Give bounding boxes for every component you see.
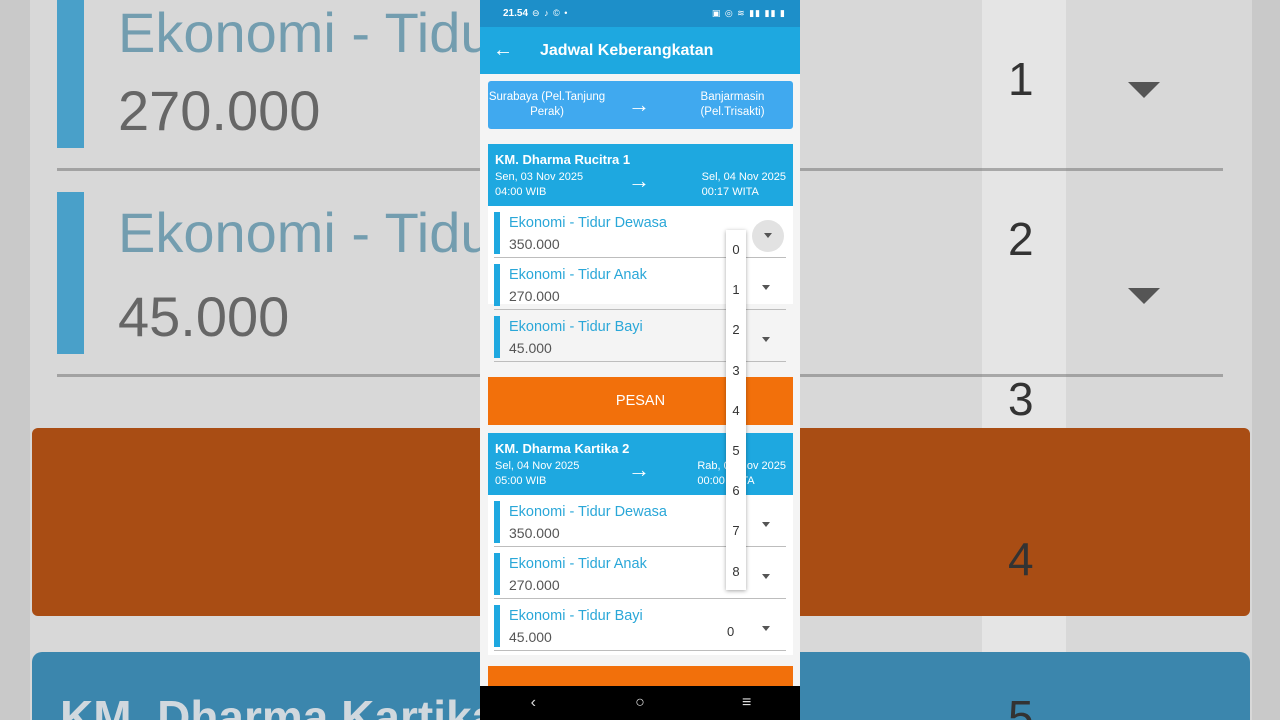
ticket-color-bar [494, 316, 500, 358]
ticket-price: 270.000 [509, 577, 560, 593]
quantity-dropdown-menu[interactable]: 0 1 2 3 4 5 6 7 8 [726, 230, 746, 590]
background-ticket-bar [57, 192, 84, 354]
phone-screen: 21.54 ⊖ ♪ © • ▣ ◎ ≋ ▮▮ ▮▮ ▮ ← Jadwal Keb… [480, 0, 800, 720]
schedule-card-header: KM. Dharma Kartika 2 Sel, 04 Nov 2025 05… [488, 433, 793, 495]
arrival-time: 00:17 WITA [701, 186, 759, 198]
ticket-price: 45.000 [509, 629, 552, 645]
departure-time: 04:00 WIB [495, 186, 547, 198]
ticket-color-bar [494, 605, 500, 647]
background-number: 5 [1008, 691, 1034, 720]
quantity-dropdown-caret-icon[interactable] [762, 337, 770, 342]
ticket-color-bar [494, 501, 500, 543]
quantity-dropdown-caret-icon[interactable] [762, 522, 770, 527]
background-card-title: KM. Dharma Kartika 2 [60, 691, 536, 720]
ticket-row: Ekonomi - Tidur Bayi 45.000 0 [494, 599, 786, 651]
dropdown-option[interactable]: 5 [726, 431, 746, 471]
ticket-class-name: Ekonomi - Tidur Bayi [509, 608, 643, 624]
status-time: 21.54 [503, 8, 529, 19]
ticket-class-name: Ekonomi - Tidur Dewasa [509, 215, 667, 231]
dropdown-option[interactable]: 4 [726, 391, 746, 431]
nav-recents-icon[interactable]: ≡ [693, 694, 800, 712]
arrival-date: Sel, 04 Nov 2025 [701, 171, 786, 183]
route-destination: Banjarmasin (Pel.Trisakti) [700, 91, 765, 118]
background-caret-icon [1128, 82, 1160, 98]
dropdown-option[interactable]: 1 [726, 270, 746, 310]
background-number: 4 [1008, 533, 1034, 585]
arrival-info: Sel, 04 Nov 2025 00:17 WITA [702, 170, 786, 200]
ticket-color-bar [494, 212, 500, 254]
background-ticket-price: 270.000 [118, 79, 321, 142]
route-arrow-icon: → [628, 457, 650, 482]
status-bar: 21.54 ⊖ ♪ © • ▣ ◎ ≋ ▮▮ ▮▮ ▮ [480, 0, 800, 27]
pesan-button[interactable]: PESAN [488, 377, 793, 425]
quantity-dropdown-caret-icon[interactable] [762, 285, 770, 290]
ticket-class-name: Ekonomi - Tidur Anak [509, 556, 647, 572]
schedule-card: KM. Dharma Kartika 2 Sel, 04 Nov 2025 05… [488, 433, 793, 655]
quantity-dropdown-caret-icon[interactable] [752, 220, 784, 252]
dropdown-option[interactable]: 8 [726, 552, 746, 592]
route-arrow-icon: → [628, 92, 650, 117]
dropdown-option[interactable]: 3 [726, 351, 746, 391]
departure-date: Sel, 04 Nov 2025 [495, 460, 580, 472]
ticket-class-name: Ekonomi - Tidur Dewasa [509, 504, 667, 520]
schedule-card-header: KM. Dharma Rucitra 1 Sen, 03 Nov 2025 04… [488, 144, 793, 206]
system-icons: ▣ ◎ ≋ ▮▮ ▮▮ ▮ [711, 8, 786, 18]
quantity-dropdown-caret-icon[interactable] [762, 626, 770, 631]
system-nav-bar: ‹ ○ ≡ [480, 686, 800, 720]
departure-time: 05:00 WIB [495, 475, 547, 487]
nav-back-icon[interactable]: ‹ [480, 694, 587, 712]
background-number: 2 [1008, 213, 1034, 265]
route-origin: Surabaya (Pel.Tanjung Perak) [488, 91, 606, 118]
background-caret-icon [1128, 288, 1160, 304]
dropdown-option[interactable]: 0 [726, 230, 746, 270]
departure-date: Sen, 03 Nov 2025 [495, 171, 584, 183]
background-ticket-price: 45.000 [118, 285, 290, 348]
departure-info: Sel, 04 Nov 2025 05:00 WIB [495, 459, 579, 489]
schedule-card: KM. Dharma Rucitra 1 Sen, 03 Nov 2025 04… [488, 144, 793, 362]
ticket-color-bar [494, 553, 500, 595]
ticket-price: 45.000 [509, 340, 552, 356]
dropdown-option[interactable]: 6 [726, 471, 746, 511]
departure-info: Sen, 03 Nov 2025 04:00 WIB [495, 170, 583, 200]
back-arrow-icon[interactable]: ← [480, 39, 526, 62]
ticket-price: 350.000 [509, 525, 560, 541]
app-bar: ← Jadwal Keberangkatan [480, 27, 800, 74]
nav-home-icon[interactable]: ○ [587, 694, 694, 712]
dropdown-option[interactable]: 2 [726, 310, 746, 350]
ticket-price: 270.000 [509, 288, 560, 304]
quantity-value[interactable]: 0 [727, 624, 734, 639]
background-ticket-bar [57, 0, 84, 148]
background-number: 1 [1008, 53, 1034, 105]
ship-name: KM. Dharma Rucitra 1 [495, 152, 631, 167]
schedule-content[interactable]: Surabaya (Pel.Tanjung Perak) → Banjarmas… [480, 74, 800, 686]
quantity-dropdown-caret-icon[interactable] [762, 574, 770, 579]
pesan-button[interactable] [488, 666, 793, 686]
ticket-class-name: Ekonomi - Tidur Bayi [509, 319, 643, 335]
notification-icons: ⊖ ♪ © • [532, 8, 569, 18]
route-banner: Surabaya (Pel.Tanjung Perak) → Banjarmas… [488, 81, 793, 129]
ticket-price: 350.000 [509, 236, 560, 252]
dropdown-option[interactable]: 7 [726, 511, 746, 551]
ticket-color-bar [494, 264, 500, 306]
ship-name: KM. Dharma Kartika 2 [495, 441, 630, 456]
route-arrow-icon: → [628, 168, 650, 193]
background-number: 3 [1008, 373, 1034, 425]
ticket-class-name: Ekonomi - Tidur Anak [509, 267, 647, 283]
page-title: Jadwal Keberangkatan [540, 41, 714, 59]
